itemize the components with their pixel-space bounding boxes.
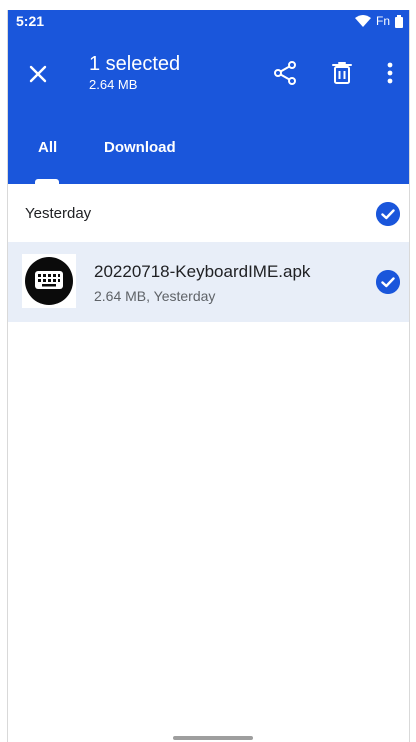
section-check-icon[interactable] — [376, 202, 400, 226]
close-icon[interactable] — [26, 62, 50, 86]
keyboard-icon — [35, 271, 63, 289]
status-time: 5:21 — [16, 13, 45, 29]
battery-icon — [395, 14, 403, 28]
selection-count: 1 selected — [89, 53, 181, 75]
section-label: Yesterday — [25, 205, 92, 222]
share-icon[interactable] — [272, 60, 298, 86]
status-bar: 5:21 Fn — [8, 10, 409, 34]
file-list-item[interactable]: 20220718-KeyboardIME.apk 2.64 MB, Yester… — [8, 242, 409, 322]
app-bar: 5:21 Fn 1 selected 2.64 MB All Download — [8, 10, 409, 184]
file-thumbnail — [22, 254, 76, 308]
file-name: 20220718-KeyboardIME.apk — [94, 262, 311, 281]
delete-icon[interactable] — [329, 60, 355, 86]
filter-tabs: All Download — [8, 135, 409, 184]
app-icon-background — [25, 257, 73, 305]
tab-all[interactable]: All — [38, 139, 57, 156]
file-meta: 2.64 MB, Yesterday — [94, 288, 216, 304]
status-icons: Fn — [354, 14, 403, 28]
carrier-label: Fn — [375, 14, 390, 28]
selection-info: 1 selected 2.64 MB — [89, 53, 180, 92]
more-vert-icon[interactable] — [381, 60, 399, 86]
selection-toolbar: 1 selected 2.64 MB — [8, 40, 409, 110]
files-screen: 5:21 Fn 1 selected 2.64 MB All Download … — [7, 10, 410, 742]
tab-download[interactable]: Download — [104, 139, 176, 156]
selection-size: 2.64 MB — [89, 77, 138, 92]
home-indicator[interactable] — [173, 736, 253, 740]
file-selected-check-icon[interactable] — [376, 270, 400, 294]
wifi-icon — [354, 15, 371, 27]
section-header: Yesterday — [8, 184, 409, 242]
